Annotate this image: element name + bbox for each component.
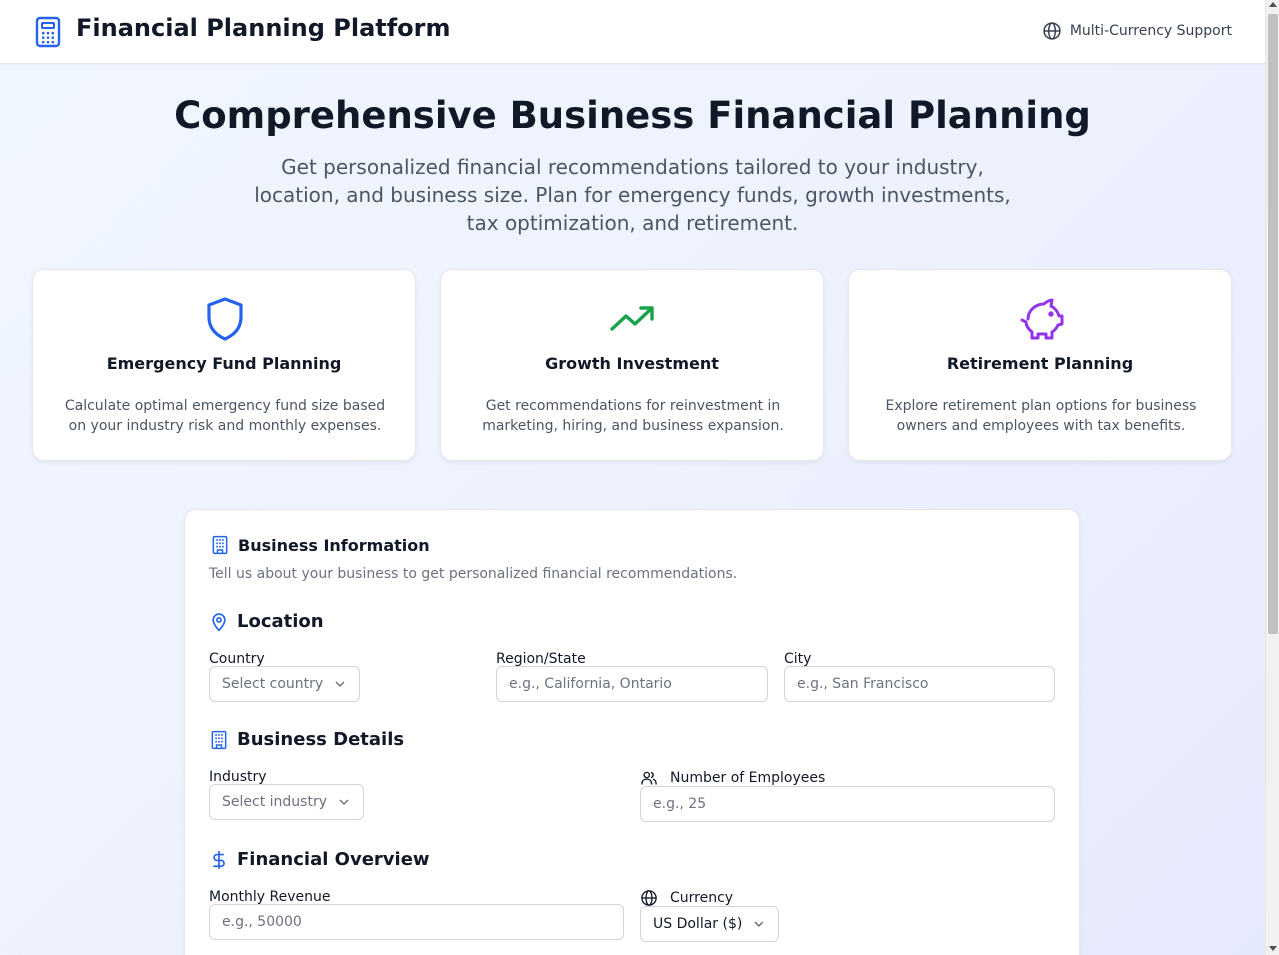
business-details-section-title: Business Details (237, 729, 405, 750)
multi-currency-support[interactable]: Multi-Currency Support (1042, 21, 1232, 41)
industry-select[interactable]: Select industry (209, 784, 364, 820)
employees-label: Number of Employees (670, 770, 826, 786)
monthly-revenue-input[interactable] (209, 904, 624, 940)
currency-label: Currency (670, 890, 734, 906)
chevron-down-icon (335, 681, 345, 688)
business-information-form: Business Information Tell us about your … (184, 509, 1080, 955)
currency-select-value: US Dollar ($) (653, 916, 743, 932)
building-icon (212, 535, 228, 555)
currency-label-row: Currency (640, 889, 733, 907)
globe-icon (641, 890, 657, 906)
country-label: Country (209, 651, 265, 667)
top-header: Financial Planning Platform Multi-Curren… (0, 0, 1265, 64)
country-select[interactable]: Select country (209, 666, 360, 702)
feature-description: Calculate optimal emergency fund size ba… (64, 398, 386, 434)
city-label: City (784, 651, 812, 667)
form-title: Business Information (238, 535, 430, 555)
feature-card-growth-investment: Growth Investment Get recommendations fo… (440, 269, 824, 461)
globe-icon (1043, 22, 1061, 40)
calculator-icon (35, 16, 61, 48)
region-input[interactable] (496, 666, 768, 702)
page-scrollbar[interactable] (1265, 0, 1279, 955)
financial-overview-section-title: Financial Overview (237, 849, 430, 870)
hero-title: Comprehensive Business Financial Plannin… (174, 94, 1091, 137)
scroll-thumb[interactable] (1268, 14, 1278, 634)
financial-overview-section-header: Financial Overview (209, 849, 430, 870)
trending-up-icon (610, 306, 654, 331)
shield-icon (207, 297, 243, 341)
location-section-title: Location (237, 611, 324, 632)
piggy-bank-icon (1020, 298, 1064, 340)
hero-subtitle: Get personalized financial recommendatio… (254, 155, 1011, 235)
chevron-down-icon (754, 921, 764, 927)
employees-input[interactable] (640, 786, 1055, 822)
industry-select-value: Select industry (222, 794, 327, 810)
feature-card-retirement-planning: Retirement Planning Explore retirement p… (848, 269, 1232, 461)
feature-description: Explore retirement plan options for busi… (885, 398, 1197, 434)
app-title: Financial Planning Platform (76, 14, 451, 42)
users-icon (641, 771, 657, 785)
chevron-down-icon (339, 799, 349, 806)
scroll-up-arrow-icon[interactable] (1269, 2, 1277, 7)
scroll-down-arrow-icon[interactable] (1269, 946, 1277, 951)
feature-title: Emergency Fund Planning (106, 354, 342, 373)
form-description: Tell us about your business to get perso… (209, 566, 738, 582)
feature-card-emergency-fund: Emergency Fund Planning Calculate optima… (32, 269, 416, 461)
building-icon (211, 730, 227, 749)
feature-title: Growth Investment (545, 354, 719, 373)
industry-label: Industry (209, 769, 267, 785)
multi-currency-label: Multi-Currency Support (1069, 23, 1232, 39)
monthly-revenue-label: Monthly Revenue (209, 889, 331, 905)
map-pin-icon (212, 612, 226, 631)
employees-label-row: Number of Employees (640, 769, 825, 787)
business-info-header: Business Information (210, 535, 430, 555)
feature-title: Retirement Planning (946, 354, 1134, 373)
feature-description: Get recommendations for reinvestment in … (482, 398, 784, 434)
country-select-value: Select country (222, 676, 324, 692)
dollar-sign-icon (213, 850, 225, 869)
region-label: Region/State (496, 651, 586, 667)
city-input[interactable] (784, 666, 1055, 702)
location-section-header: Location (209, 611, 324, 632)
currency-select[interactable]: US Dollar ($) (640, 906, 779, 942)
business-details-section-header: Business Details (209, 729, 404, 750)
